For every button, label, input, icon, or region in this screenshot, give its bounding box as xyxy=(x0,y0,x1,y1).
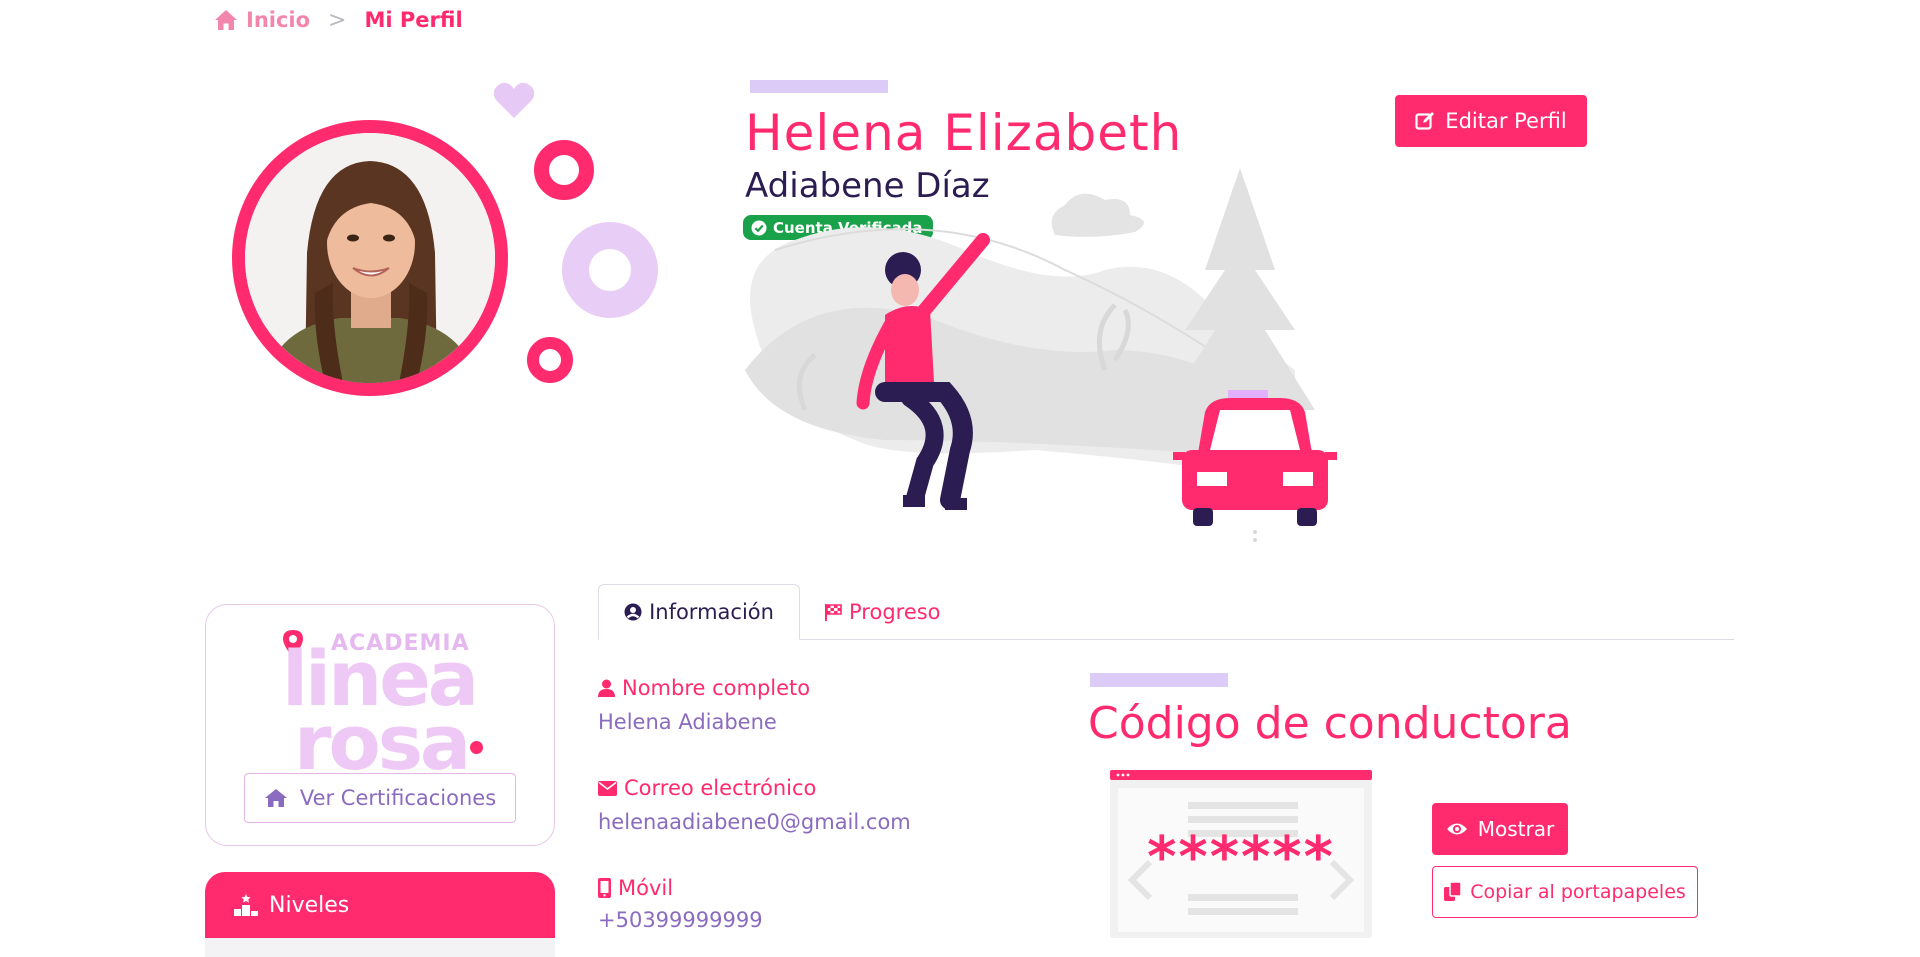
tab-progress[interactable]: Progreso xyxy=(820,584,945,640)
code-screen: ****** xyxy=(1110,770,1372,938)
envelope-icon xyxy=(598,780,617,796)
email-label-text: Correo electrónico xyxy=(624,776,817,800)
checkered-flag-icon xyxy=(825,604,842,621)
accent-bar xyxy=(750,80,888,93)
copy-to-clipboard-label: Copiar al portapapeles xyxy=(1470,881,1686,903)
driver-code-title: Código de conductora xyxy=(1088,698,1572,749)
phone-value: +50399999999 xyxy=(598,908,763,932)
show-code-label: Mostrar xyxy=(1477,817,1555,841)
edit-profile-button[interactable]: Editar Perfil xyxy=(1395,95,1587,147)
avatar xyxy=(232,120,508,396)
tab-progress-label: Progreso xyxy=(849,600,941,624)
tab-information-label: Información xyxy=(649,600,774,624)
eye-icon xyxy=(1446,823,1467,835)
podium-icon xyxy=(234,894,258,916)
ring-decoration xyxy=(534,140,594,200)
tab-information[interactable]: Información xyxy=(598,584,800,640)
driver-illustration xyxy=(745,168,1337,542)
ring-decoration xyxy=(562,222,658,318)
full-name-value: Helena Adiabene xyxy=(598,710,777,734)
email-value: helenaadiabene0@gmail.com xyxy=(598,810,911,834)
masked-code: ****** xyxy=(1147,825,1335,890)
levels-label: Niveles xyxy=(269,892,350,918)
breadcrumb-home-label: Inicio xyxy=(246,8,311,32)
copy-to-clipboard-button[interactable]: Copiar al portapapeles xyxy=(1432,866,1698,918)
heart-decoration-icon xyxy=(493,82,535,118)
logo-dot xyxy=(470,741,483,754)
email-label: Correo electrónico xyxy=(598,776,816,800)
ring-decoration xyxy=(527,337,573,383)
home-icon xyxy=(215,10,237,30)
mobile-phone-icon xyxy=(598,878,611,898)
breadcrumb: Inicio > Mi Perfil xyxy=(214,4,463,36)
edit-profile-label: Editar Perfil xyxy=(1445,109,1567,133)
avatar-photo xyxy=(245,133,495,383)
breadcrumb-current: Mi Perfil xyxy=(364,8,463,32)
view-certifications-button[interactable]: Ver Certificaciones xyxy=(244,773,516,823)
breadcrumb-home-link[interactable]: Inicio xyxy=(214,8,310,32)
edit-icon xyxy=(1415,112,1435,130)
phone-label-text: Móvil xyxy=(618,876,674,900)
user-icon xyxy=(598,679,615,697)
code-accent-bar xyxy=(1090,673,1228,687)
full-name-label-text: Nombre completo xyxy=(622,676,811,700)
breadcrumb-separator: > xyxy=(328,7,347,33)
profile-first-name: Helena Elizabeth xyxy=(745,104,1183,162)
levels-header[interactable]: Niveles xyxy=(205,872,555,938)
home-icon xyxy=(264,789,287,807)
levels-body xyxy=(205,938,555,957)
show-code-button[interactable]: Mostrar xyxy=(1432,803,1568,855)
copy-icon xyxy=(1444,882,1462,901)
logo-rosa-text: rosa xyxy=(294,698,471,787)
full-name-label: Nombre completo xyxy=(598,676,810,700)
view-certifications-label: Ver Certificaciones xyxy=(299,786,497,810)
academy-logo-card: ACADEMIA linea rosa Ver Certificaciones xyxy=(205,604,555,846)
phone-label: Móvil xyxy=(598,876,673,900)
user-circle-icon xyxy=(624,603,642,621)
